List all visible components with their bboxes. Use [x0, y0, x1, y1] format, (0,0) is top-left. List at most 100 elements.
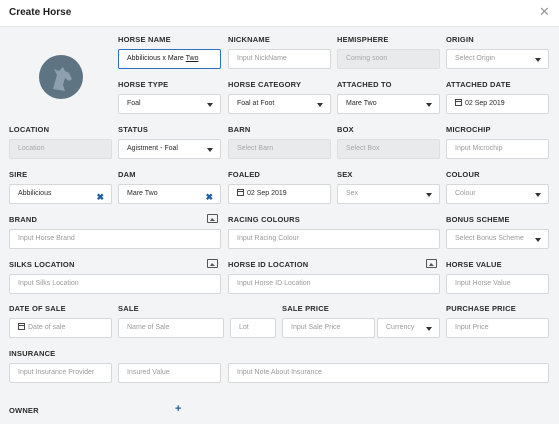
chevron-down-icon — [426, 193, 432, 197]
status-value: Agistment - Foal — [127, 145, 178, 152]
horse-name-text: Abbilicious x Mare — [127, 55, 186, 62]
horse-value-label: HORSE VALUE — [446, 260, 502, 269]
purchase-price-input[interactable]: Input Price — [446, 318, 549, 338]
bonus-scheme-select[interactable]: Select Bonus Scheme — [446, 229, 549, 249]
clear-x-icon[interactable]: ✖ — [96, 188, 104, 203]
chevron-down-icon — [426, 103, 432, 107]
attached-to-value: Mare Two — [346, 100, 377, 107]
nickname-label: NICKNAME — [228, 35, 271, 44]
horse-category-label: HORSE CATEGORY — [228, 80, 302, 89]
chevron-down-icon — [535, 58, 541, 62]
image-icon[interactable] — [426, 259, 437, 268]
attached-to-select[interactable]: Mare Two — [337, 94, 440, 114]
horse-id-location-label: HORSE ID LOCATION — [228, 260, 309, 269]
date-of-sale-input[interactable]: Date of sale — [9, 318, 112, 338]
calendar-icon — [455, 99, 462, 106]
insurance-note-input[interactable]: Input Note About Insurance — [228, 363, 549, 383]
dam-value: Mare Two — [127, 190, 158, 197]
date-of-sale-placeholder: Date of sale — [28, 324, 66, 331]
brand-label: BRAND — [9, 215, 38, 224]
silks-location-label: SILKS LOCATION — [9, 260, 75, 269]
currency-value: Currency — [386, 324, 415, 331]
foaled-date-input[interactable]: 02 Sep 2019 — [228, 184, 331, 204]
modal-header: Create Horse ✕ — [0, 0, 559, 27]
box-select: Select Box — [337, 139, 440, 159]
insured-value-input[interactable]: Insured Value — [118, 363, 221, 383]
nickname-input[interactable]: Input NickName — [228, 49, 331, 69]
origin-value: Select Origin — [455, 55, 496, 62]
attached-to-label: ATTACHED TO — [337, 80, 392, 89]
currency-select[interactable]: Currency — [377, 318, 440, 338]
lot-input[interactable]: Lot — [230, 318, 276, 338]
microchip-label: MICROCHIP — [446, 125, 491, 134]
horse-id-location-input[interactable]: Input Horse ID Location — [228, 274, 440, 294]
image-icon[interactable] — [207, 259, 218, 268]
colour-value: Colour — [455, 190, 476, 197]
chevron-down-icon — [207, 103, 213, 107]
chevron-down-icon — [317, 103, 323, 107]
horse-type-value: Foal — [127, 100, 141, 107]
brand-input[interactable]: Input Horse Brand — [9, 229, 221, 249]
dam-select[interactable]: Mare Two ✖ — [118, 184, 221, 204]
clear-x-icon[interactable]: ✖ — [205, 188, 213, 203]
horse-name-label: HORSE NAME — [118, 35, 171, 44]
calendar-icon — [237, 189, 244, 196]
sex-select[interactable]: Sex — [337, 184, 440, 204]
racing-colours-label: RACING COLOURS — [228, 215, 300, 224]
horse-name-input[interactable]: Abbilicious x Mare Two — [118, 49, 221, 69]
modal-title: Create Horse — [9, 7, 72, 18]
insurance-provider-input[interactable]: Input Insurance Provider — [9, 363, 112, 383]
barn-label: BARN — [228, 125, 251, 134]
sire-select[interactable]: Abbilicious ✖ — [9, 184, 112, 204]
hemisphere-field: Coming soon — [337, 49, 440, 69]
horse-type-label: HORSE TYPE — [118, 80, 169, 89]
chevron-down-icon — [535, 193, 541, 197]
sex-value: Sex — [346, 190, 359, 197]
attached-date-value: 02 Sep 2019 — [465, 100, 505, 107]
microchip-input[interactable]: Input Microchip — [446, 139, 549, 159]
location-label: LOCATION — [9, 125, 50, 134]
form-body: HORSE NAME Abbilicious x Mare Two NICKNA… — [0, 27, 559, 424]
colour-label: COLOUR — [446, 170, 480, 179]
sire-label: SIRE — [9, 170, 28, 179]
owner-label: OWNER — [9, 406, 39, 415]
chevron-down-icon — [207, 148, 213, 152]
silks-location-input[interactable]: Input Silks Location — [9, 274, 221, 294]
calendar-icon — [18, 323, 25, 330]
sale-price-input[interactable]: Input Sale Price — [282, 318, 375, 338]
horse-category-value: Foal at Foot — [237, 100, 275, 107]
colour-select[interactable]: Colour — [446, 184, 549, 204]
chevron-down-icon — [426, 327, 432, 331]
insurance-label: INSURANCE — [9, 349, 56, 358]
attached-date-label: ATTACHED DATE — [446, 80, 511, 89]
sale-price-label: SALE PRICE — [282, 304, 330, 313]
racing-colour-input[interactable]: Input Racing Colour — [228, 229, 440, 249]
close-icon[interactable]: ✕ — [539, 5, 550, 19]
status-select[interactable]: Agistment - Foal — [118, 139, 221, 159]
dam-label: DAM — [118, 170, 136, 179]
image-icon[interactable] — [207, 214, 218, 223]
box-label: BOX — [337, 125, 354, 134]
foaled-value: 02 Sep 2019 — [247, 190, 287, 197]
plus-icon[interactable]: + — [175, 403, 181, 415]
attached-date-input[interactable]: 02 Sep 2019 — [446, 94, 549, 114]
horse-head-icon — [53, 67, 72, 91]
horse-category-select[interactable]: Foal at Foot — [228, 94, 331, 114]
hemisphere-label: HEMISPHERE — [337, 35, 389, 44]
bonus-scheme-label: BONUS SCHEME — [446, 215, 510, 224]
location-field: Location — [9, 139, 112, 159]
sire-value: Abbilicious — [18, 190, 52, 197]
barn-select: Select Barn — [228, 139, 331, 159]
sex-label: SEX — [337, 170, 353, 179]
origin-label: ORIGIN — [446, 35, 474, 44]
bonus-scheme-value: Select Bonus Scheme — [455, 235, 524, 242]
status-label: STATUS — [118, 125, 149, 134]
date-of-sale-label: DATE OF SALE — [9, 304, 66, 313]
sale-label: SALE — [118, 304, 139, 313]
horse-type-select[interactable]: Foal — [118, 94, 221, 114]
sale-name-input[interactable]: Name of Sale — [118, 318, 224, 338]
horse-avatar-icon[interactable] — [39, 55, 83, 99]
purchase-price-label: PURCHASE PRICE — [446, 304, 516, 313]
horse-value-input[interactable]: Input Horse Value — [446, 274, 549, 294]
origin-select[interactable]: Select Origin — [446, 49, 549, 69]
